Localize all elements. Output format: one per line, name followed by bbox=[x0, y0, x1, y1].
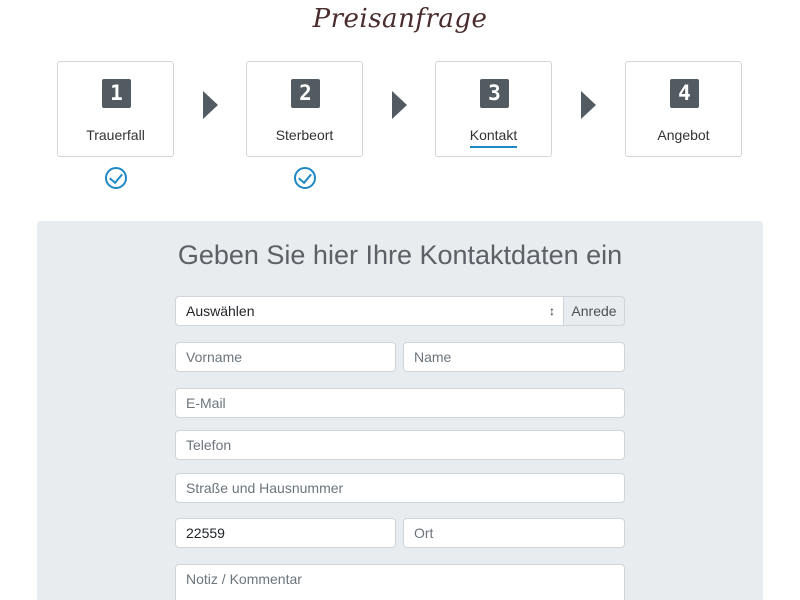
step-sterbeort[interactable]: 2 Sterbeort bbox=[246, 61, 363, 157]
check-circle-icon bbox=[294, 167, 316, 189]
step-number: 2 bbox=[291, 79, 320, 108]
zip-input[interactable]: 22559 bbox=[175, 518, 396, 548]
step-angebot[interactable]: 4 Angebot bbox=[625, 61, 742, 157]
last-name-input[interactable]: Name bbox=[403, 342, 625, 372]
select-caret-icon: ↕ bbox=[549, 304, 555, 318]
step-label: Angebot bbox=[657, 127, 710, 143]
price-request-page: Preisanfrage 1 Trauerfall 2 Sterbeort 3 … bbox=[0, 0, 800, 600]
chevron-right-icon bbox=[392, 91, 407, 119]
step-kontakt[interactable]: 3 Kontakt bbox=[435, 61, 552, 157]
phone-input[interactable]: Telefon bbox=[175, 430, 625, 460]
note-textarea[interactable]: Notiz / Kommentar bbox=[175, 564, 625, 600]
salutation-addon-label: Anrede bbox=[563, 296, 625, 326]
street-input[interactable]: Straße und Hausnummer bbox=[175, 473, 625, 503]
first-name-input[interactable]: Vorname bbox=[175, 342, 396, 372]
step-number: 4 bbox=[670, 79, 699, 108]
step-label: Trauerfall bbox=[86, 127, 145, 143]
step-number: 1 bbox=[102, 79, 131, 108]
chevron-right-icon bbox=[581, 91, 596, 119]
page-title: Preisanfrage bbox=[312, 4, 488, 34]
salutation-select[interactable]: Auswählen ↕ bbox=[175, 296, 564, 326]
step-trauerfall[interactable]: 1 Trauerfall bbox=[57, 61, 174, 157]
form-heading: Geben Sie hier Ihre Kontaktdaten ein bbox=[177, 240, 623, 270]
chevron-right-icon bbox=[203, 91, 218, 119]
step-number: 3 bbox=[480, 79, 509, 108]
salutation-value: Auswählen bbox=[186, 303, 255, 319]
step-label: Sterbeort bbox=[275, 127, 334, 143]
city-input[interactable]: Ort bbox=[403, 518, 625, 548]
check-circle-icon bbox=[105, 167, 127, 189]
email-input[interactable]: E-Mail bbox=[175, 388, 625, 418]
step-label-active: Kontakt bbox=[436, 127, 551, 148]
contact-form-panel: Geben Sie hier Ihre Kontaktdaten ein Aus… bbox=[37, 221, 763, 600]
